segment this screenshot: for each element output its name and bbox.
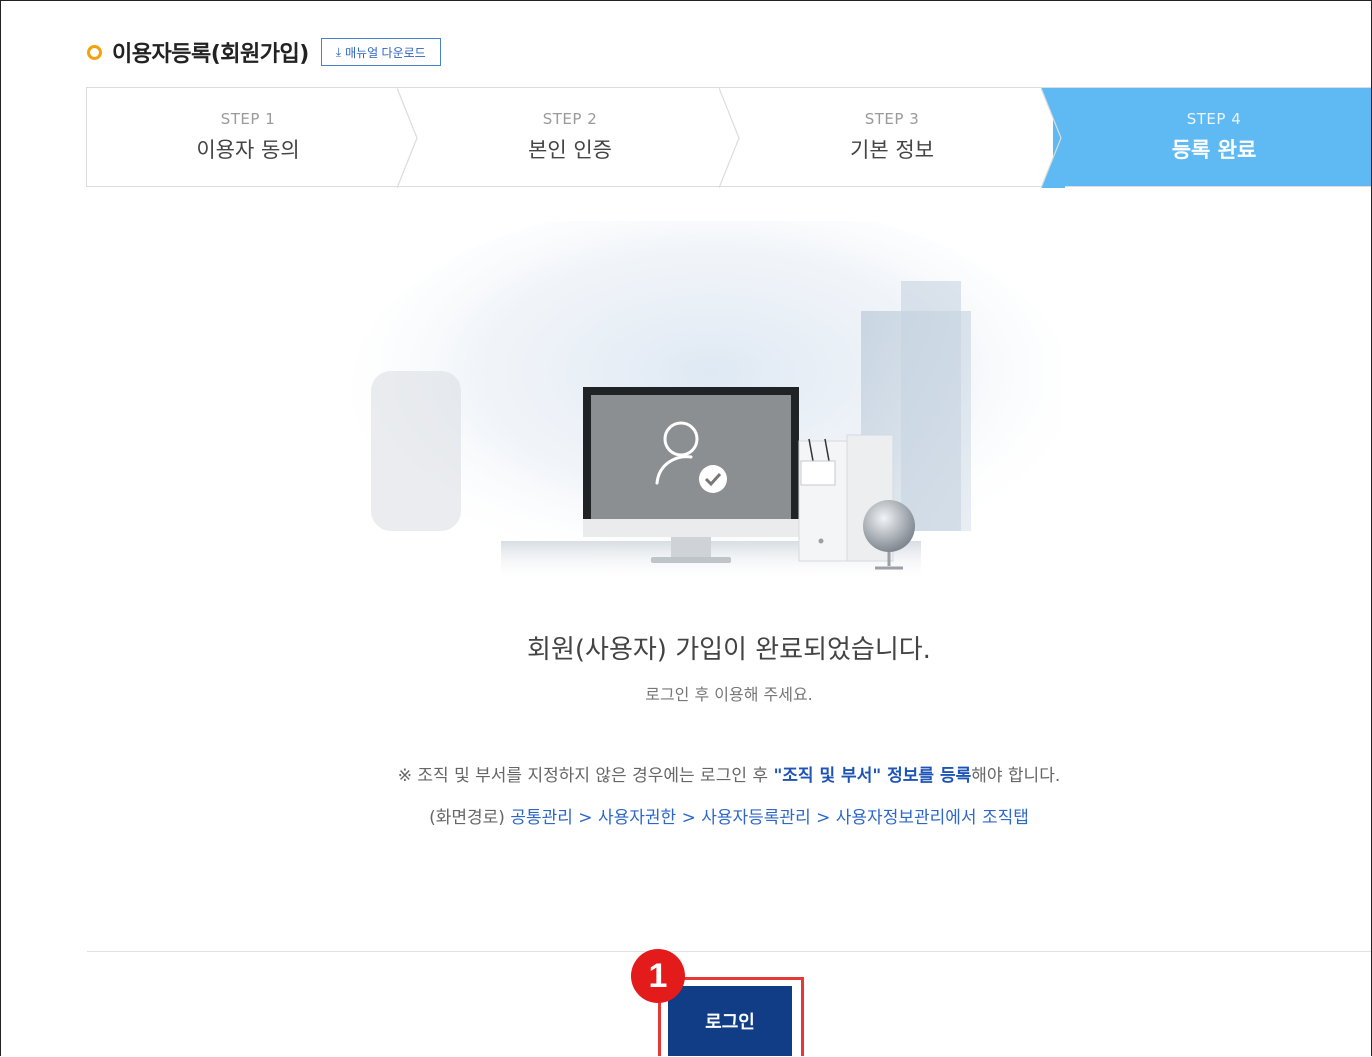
page-frame: 이용자등록(회원가입) ⤓ 매뉴얼 다운로드 STEP 1 이용자 동의 STE… bbox=[0, 0, 1372, 1056]
manual-download-label: 매뉴얼 다운로드 bbox=[345, 45, 426, 60]
step-title: 본인 인증 bbox=[528, 138, 612, 162]
footer-divider bbox=[87, 951, 1371, 952]
path-item: 사용자정보관리에서 조직탭 bbox=[835, 808, 1029, 828]
path-label: (화면경로) bbox=[429, 808, 511, 828]
notice-highlight: "조직 및 부서" 정보를 등록 bbox=[773, 766, 972, 786]
path-item: 사용자등록관리 bbox=[701, 808, 811, 828]
step-separator-icon bbox=[1041, 88, 1065, 188]
org-notice: ※ 조직 및 부서를 지정하지 않은 경우에는 로그인 후 "조직 및 부서" … bbox=[1, 761, 1371, 786]
step-title: 기본 정보 bbox=[850, 138, 934, 162]
step-number: STEP 3 bbox=[864, 110, 920, 128]
step-number: STEP 1 bbox=[220, 110, 276, 128]
completion-subtext: 로그인 후 이용해 주세요. bbox=[645, 685, 813, 704]
step-indicator: STEP 1 이용자 동의 STEP 2 본인 인증 STEP 3 기본 정보 … bbox=[86, 87, 1371, 188]
step-separator-icon bbox=[719, 88, 740, 188]
path-separator: > bbox=[676, 808, 702, 828]
manual-download-button[interactable]: ⤓ 매뉴얼 다운로드 bbox=[320, 38, 441, 66]
completion-message: 회원(사용자) 가입이 완료되었습니다. bbox=[527, 635, 931, 665]
step-separator-icon bbox=[397, 88, 418, 188]
step-3: STEP 3 기본 정보 bbox=[731, 88, 1065, 188]
step-2: STEP 2 본인 인증 bbox=[409, 88, 740, 188]
page-title: 이용자등록(회원가입) bbox=[112, 42, 309, 67]
step-number: STEP 4 bbox=[1186, 110, 1242, 128]
path-item: 공통관리 bbox=[510, 808, 573, 828]
registration-complete-illustration bbox=[351, 221, 1061, 581]
path-item: 사용자권한 bbox=[597, 808, 677, 828]
notice-prefix: ※ 조직 및 부서를 지정하지 않은 경우에는 로그인 후 bbox=[397, 766, 774, 786]
step-4: STEP 4 등록 완료 bbox=[1053, 88, 1371, 186]
step-1: STEP 1 이용자 동의 bbox=[87, 88, 418, 188]
step-title: 등록 완료 bbox=[1171, 138, 1257, 162]
step-title: 이용자 동의 bbox=[196, 138, 300, 162]
step-number: STEP 2 bbox=[542, 110, 598, 128]
download-icon: ⤓ bbox=[335, 44, 342, 59]
page-header: 이용자등록(회원가입) ⤓ 매뉴얼 다운로드 bbox=[87, 37, 441, 67]
path-separator: > bbox=[810, 808, 836, 828]
login-button[interactable]: 로그인 bbox=[668, 986, 792, 1056]
annotation-badge: 1 bbox=[631, 949, 685, 1003]
bullet-icon bbox=[87, 44, 102, 60]
notice-suffix: 해야 합니다. bbox=[971, 766, 1061, 786]
path-separator: > bbox=[572, 808, 598, 828]
screen-path: (화면경로) 공통관리 > 사용자권한 > 사용자등록관리 > 사용자정보관리에… bbox=[1, 803, 1371, 828]
